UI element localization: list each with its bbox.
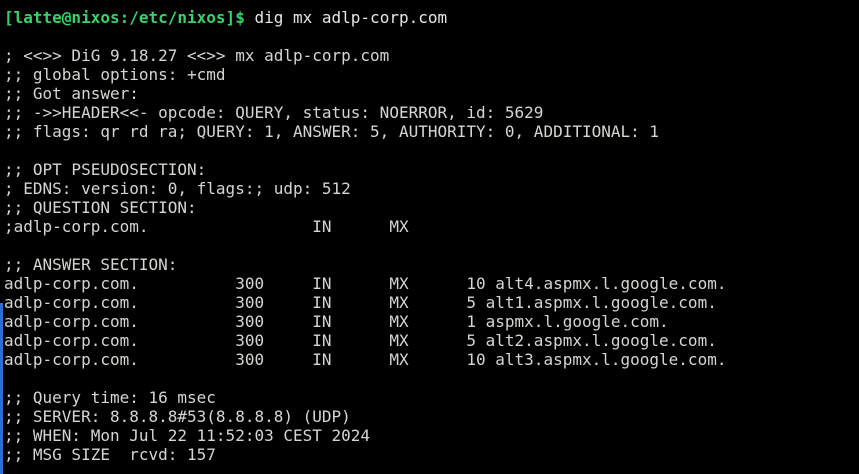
output-line: ; <<>> DiG 9.18.27 <<>> mx adlp-corp.com bbox=[4, 46, 390, 65]
shell-prompt: [latte@nixos:/etc/nixos]$ bbox=[4, 8, 245, 27]
output-line: ;; Query time: 16 msec bbox=[4, 388, 216, 407]
answer-record: adlp-corp.com. 300 IN MX 10 alt3.aspmx.l… bbox=[4, 350, 727, 369]
output-line: ;adlp-corp.com. IN MX bbox=[4, 217, 409, 236]
output-line: ;; QUESTION SECTION: bbox=[4, 198, 197, 217]
output-line: ;; global options: +cmd bbox=[4, 65, 226, 84]
answer-record: adlp-corp.com. 300 IN MX 1 aspmx.l.googl… bbox=[4, 312, 669, 331]
output-line: ;; SERVER: 8.8.8.8#53(8.8.8.8) (UDP) bbox=[4, 407, 351, 426]
output-line: ;; MSG SIZE rcvd: 157 bbox=[4, 445, 216, 464]
output-line: ;; Got answer: bbox=[4, 84, 139, 103]
output-line: ;; WHEN: Mon Jul 22 11:52:03 CEST 2024 bbox=[4, 426, 371, 445]
terminal-window[interactable]: [latte@nixos:/etc/nixos]$ dig mx adlp-co… bbox=[0, 0, 859, 474]
output-line: ;; OPT PSEUDOSECTION: bbox=[4, 160, 207, 179]
prompt-line: [latte@nixos:/etc/nixos]$ dig mx adlp-co… bbox=[4, 8, 859, 27]
output-line: ; EDNS: version: 0, flags:; udp: 512 bbox=[4, 179, 351, 198]
answer-record: adlp-corp.com. 300 IN MX 10 alt4.aspmx.l… bbox=[4, 274, 727, 293]
command-text: dig mx adlp-corp.com bbox=[244, 8, 448, 27]
output-line: ;; ->>HEADER<<- opcode: QUERY, status: N… bbox=[4, 103, 544, 122]
answer-record: adlp-corp.com. 300 IN MX 5 alt1.aspmx.l.… bbox=[4, 293, 717, 312]
answer-record: adlp-corp.com. 300 IN MX 5 alt2.aspmx.l.… bbox=[4, 331, 717, 350]
scroll-indicator bbox=[0, 303, 3, 474]
answer-section-header: ;; ANSWER SECTION: bbox=[4, 255, 178, 274]
output-line: ;; flags: qr rd ra; QUERY: 1, ANSWER: 5,… bbox=[4, 122, 660, 141]
